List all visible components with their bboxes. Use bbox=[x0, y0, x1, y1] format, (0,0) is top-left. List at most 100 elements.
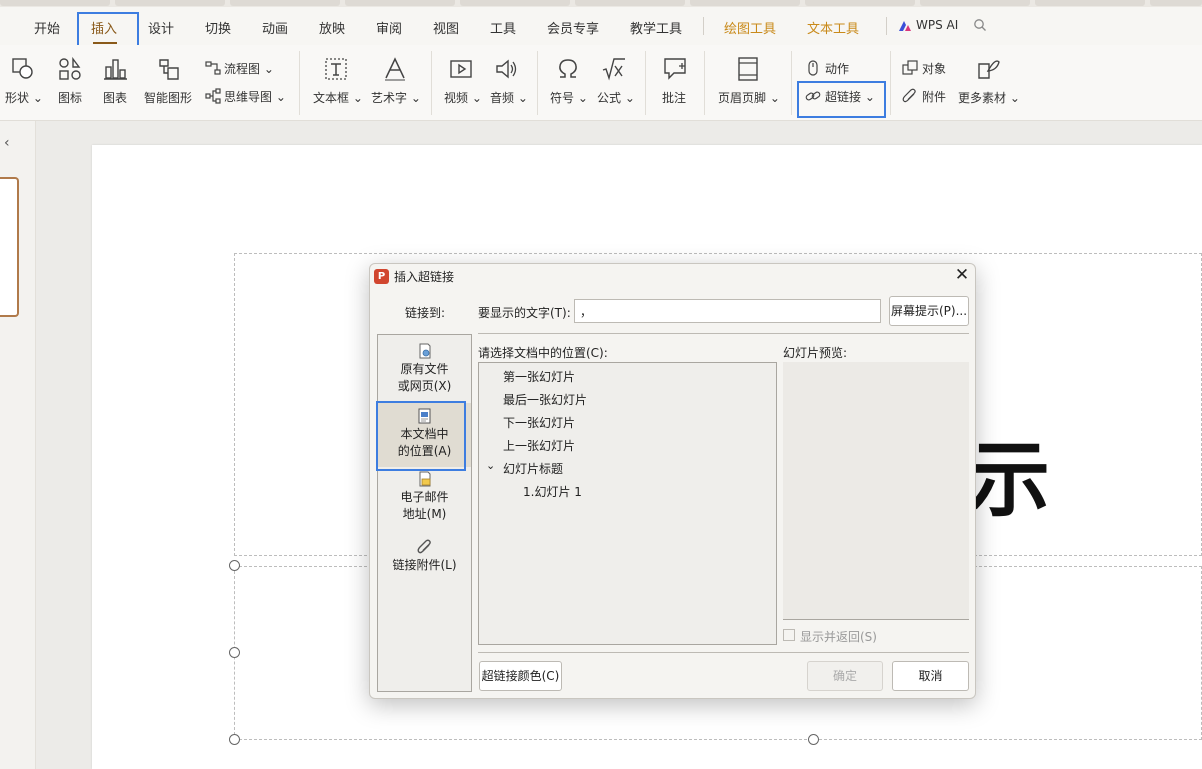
video-button[interactable]: 视频 ⌄ bbox=[444, 89, 482, 106]
tab-home[interactable]: 开始 bbox=[34, 18, 60, 37]
flowchart-icon[interactable] bbox=[205, 60, 221, 76]
more-materials-icon[interactable] bbox=[975, 56, 1001, 82]
menu-divider bbox=[703, 17, 704, 35]
link-to-label: 链接到: bbox=[405, 306, 446, 320]
ribbon-divider bbox=[299, 51, 300, 115]
tree-item-previous-slide[interactable]: 上一张幻灯片 bbox=[503, 437, 575, 454]
link-type-attachment[interactable]: 链接附件(L) bbox=[378, 539, 471, 579]
symbol-button[interactable]: 符号 ⌄ bbox=[550, 89, 588, 106]
tab-text-tools[interactable]: 文本工具 bbox=[807, 18, 859, 37]
ok-button[interactable]: 确定 bbox=[807, 661, 883, 691]
ribbon-divider bbox=[890, 51, 891, 115]
menu-divider bbox=[886, 17, 887, 35]
preview-label: 幻灯片预览: bbox=[783, 346, 848, 360]
display-text-input[interactable]: ， bbox=[574, 299, 881, 323]
tab-tools[interactable]: 工具 bbox=[490, 18, 516, 37]
show-and-return-label: 显示并返回(S) bbox=[800, 630, 877, 644]
more-materials-button[interactable]: 更多素材 ⌄ bbox=[958, 89, 1020, 106]
comment-icon[interactable] bbox=[662, 56, 688, 82]
close-icon[interactable]: ✕ bbox=[953, 266, 971, 284]
header-footer-icon[interactable] bbox=[735, 56, 761, 82]
resize-handle[interactable] bbox=[808, 734, 819, 745]
dialog-title: 插入超链接 bbox=[394, 270, 455, 284]
show-and-return-checkbox[interactable] bbox=[783, 629, 795, 641]
ribbon-divider bbox=[431, 51, 432, 115]
flowchart-button[interactable]: 流程图 ⌄ bbox=[224, 60, 274, 77]
chart-button[interactable]: 图表 bbox=[103, 89, 127, 106]
symbol-icon[interactable] bbox=[555, 56, 581, 82]
textbox-button[interactable]: 文本框 ⌄ bbox=[313, 89, 363, 106]
resize-handle[interactable] bbox=[229, 734, 240, 745]
collapse-panel-icon[interactable]: ‹ bbox=[4, 135, 18, 153]
link-type-email[interactable]: 电子邮件 地址(M) bbox=[378, 471, 471, 529]
slide-title-text: 示 bbox=[968, 433, 1051, 528]
paperclip-icon bbox=[417, 539, 433, 555]
location-label: 请选择文档中的位置(C): bbox=[478, 346, 608, 360]
smart-graphic-button[interactable]: 智能图形 bbox=[144, 89, 192, 106]
formula-button[interactable]: 公式 ⌄ bbox=[597, 89, 635, 106]
web-page-icon bbox=[417, 343, 433, 359]
ribbon-divider bbox=[645, 51, 646, 115]
wps-ai-icon bbox=[898, 19, 912, 33]
chart-icon[interactable] bbox=[102, 56, 128, 82]
tab-view[interactable]: 视图 bbox=[433, 18, 459, 37]
link-type-existing-file[interactable]: 原有文件 或网页(X) bbox=[378, 343, 471, 401]
header-footer-button[interactable]: 页眉页脚 ⌄ bbox=[718, 89, 780, 106]
object-button[interactable]: 对象 bbox=[922, 60, 946, 77]
tab-animation[interactable]: 动画 bbox=[262, 18, 288, 37]
icons-icon[interactable] bbox=[57, 56, 83, 82]
smart-graphic-icon[interactable] bbox=[156, 56, 182, 82]
ribbon-toolbar: 形状 ⌄ 图标 图表 智能图形 流程图 ⌄ 思维导图 ⌄ 文本框 ⌄ 艺术字 ⌄… bbox=[0, 45, 1202, 121]
search-icon[interactable] bbox=[973, 18, 987, 32]
tree-item-slide-titles[interactable]: 幻灯片标题 bbox=[503, 460, 563, 477]
tab-design[interactable]: 设计 bbox=[148, 18, 174, 37]
tab-teaching-tools[interactable]: 教学工具 bbox=[630, 18, 682, 37]
mindmap-icon[interactable] bbox=[205, 88, 221, 104]
menu-bar: 开始 插入 设计 切换 动画 放映 审阅 视图 工具 会员专享 教学工具 绘图工… bbox=[0, 7, 1202, 45]
highlight-hyperlink-button bbox=[797, 81, 886, 118]
slide-preview bbox=[783, 362, 969, 620]
cancel-button[interactable]: 取消 bbox=[892, 661, 969, 691]
paperclip-icon[interactable] bbox=[902, 88, 918, 104]
shape-button[interactable]: 形状 ⌄ bbox=[5, 89, 43, 106]
object-icon[interactable] bbox=[902, 60, 918, 76]
formula-icon[interactable] bbox=[601, 56, 627, 82]
wps-presentation-icon: P bbox=[374, 269, 389, 284]
wordart-button[interactable]: 艺术字 ⌄ bbox=[371, 89, 421, 106]
comment-button[interactable]: 批注 bbox=[662, 89, 686, 106]
textbox-icon[interactable] bbox=[323, 56, 349, 82]
wps-ai-button[interactable]: WPS AI bbox=[916, 18, 958, 32]
shape-icon[interactable] bbox=[10, 56, 36, 82]
tab-review[interactable]: 审阅 bbox=[376, 18, 402, 37]
chevron-down-icon[interactable]: ⌄ bbox=[486, 459, 495, 472]
action-button[interactable]: 动作 bbox=[825, 60, 849, 77]
resize-handle[interactable] bbox=[229, 647, 240, 658]
tree-item-slide-1[interactable]: 1.幻灯片 1 bbox=[523, 483, 582, 500]
video-icon[interactable] bbox=[448, 56, 474, 82]
highlight-this-document bbox=[376, 401, 466, 471]
audio-icon[interactable] bbox=[494, 56, 520, 82]
resize-handle[interactable] bbox=[229, 560, 240, 571]
insert-hyperlink-dialog: P 插入超链接 ✕ 链接到: 要显示的文字(T): ， 屏幕提示(P)... 原… bbox=[369, 263, 976, 699]
tab-member[interactable]: 会员专享 bbox=[547, 18, 599, 37]
hyperlink-color-button[interactable]: 超链接颜色(C) bbox=[479, 661, 562, 691]
screen-tip-button[interactable]: 屏幕提示(P)... bbox=[889, 296, 969, 326]
display-text-label: 要显示的文字(T): bbox=[478, 306, 571, 320]
top-tab-strip bbox=[0, 0, 1202, 7]
slide-thumbnail[interactable] bbox=[0, 177, 19, 317]
tab-slideshow[interactable]: 放映 bbox=[319, 18, 345, 37]
wordart-icon[interactable] bbox=[382, 56, 408, 82]
attachment-button[interactable]: 附件 bbox=[922, 88, 946, 105]
icons-button[interactable]: 图标 bbox=[58, 89, 82, 106]
tab-drawing-tools[interactable]: 绘图工具 bbox=[724, 18, 776, 37]
tree-item-last-slide[interactable]: 最后一张幻灯片 bbox=[503, 391, 587, 408]
tab-transition[interactable]: 切换 bbox=[205, 18, 231, 37]
audio-button[interactable]: 音频 ⌄ bbox=[490, 89, 528, 106]
divider bbox=[478, 333, 969, 334]
tree-item-next-slide[interactable]: 下一张幻灯片 bbox=[503, 414, 575, 431]
action-icon[interactable] bbox=[805, 60, 821, 76]
document-location-tree[interactable]: 第一张幻灯片 最后一张幻灯片 下一张幻灯片 上一张幻灯片 ⌄ 幻灯片标题 1.幻… bbox=[478, 362, 777, 645]
mindmap-button[interactable]: 思维导图 ⌄ bbox=[224, 88, 286, 105]
divider bbox=[478, 652, 969, 653]
tree-item-first-slide[interactable]: 第一张幻灯片 bbox=[503, 368, 575, 385]
